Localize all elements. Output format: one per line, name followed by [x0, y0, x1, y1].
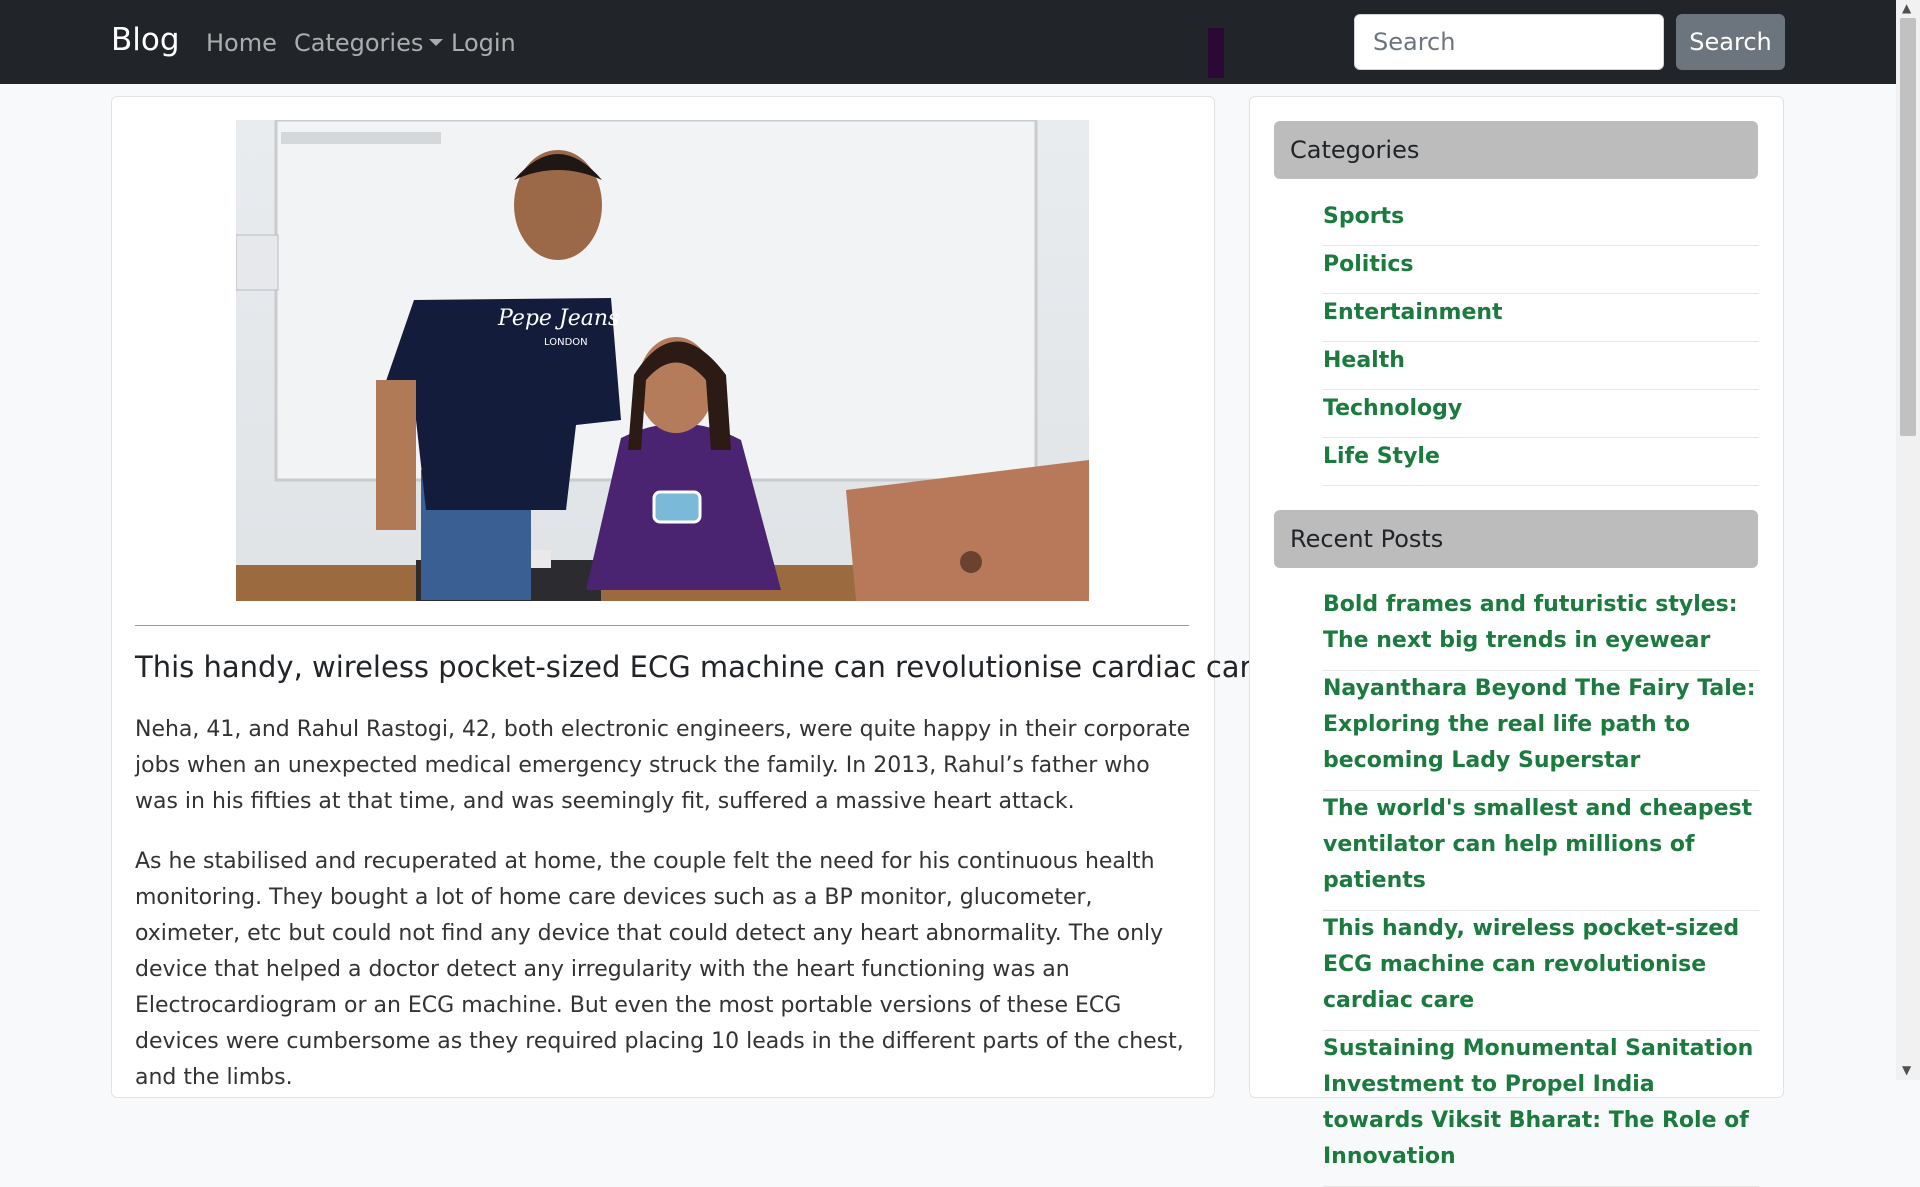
- category-link-politics[interactable]: Politics: [1323, 246, 1759, 294]
- category-link-health[interactable]: Health: [1323, 342, 1759, 390]
- shirt-text-2: LONDON: [544, 337, 588, 348]
- category-link-technology[interactable]: Technology: [1323, 390, 1759, 438]
- article-divider: [135, 625, 1189, 626]
- category-link-entertainment[interactable]: Entertainment: [1323, 294, 1759, 342]
- handheld-ecg-device: [652, 490, 702, 524]
- navbar: Blog Home Categories Login Search: [0, 0, 1896, 84]
- article-photo: Pepe Jeans LONDON: [236, 120, 1089, 601]
- search-input[interactable]: [1354, 14, 1664, 70]
- article-paragraph: As he stabilised and recuperated at home…: [135, 849, 1184, 1090]
- nav-login-link[interactable]: Login: [451, 29, 516, 57]
- screen-bar: [281, 132, 441, 144]
- recent-posts-list: Bold frames and futuristic styles: The n…: [1323, 587, 1759, 1187]
- recent-post-link[interactable]: Bold frames and futuristic styles: The n…: [1323, 587, 1759, 671]
- recent-post-link[interactable]: Sustaining Monumental Sanitation Investm…: [1323, 1031, 1759, 1187]
- categories-header: Categories: [1274, 121, 1758, 179]
- category-link-sports[interactable]: Sports: [1323, 198, 1759, 246]
- recent-post-link[interactable]: The world's smallest and cheapest ventil…: [1323, 791, 1759, 911]
- shirt-text-1: Pepe Jeans: [497, 306, 619, 331]
- person-arm: [376, 380, 416, 530]
- nav-marker: [1208, 28, 1224, 78]
- category-link-life-style[interactable]: Life Style: [1323, 438, 1759, 486]
- article-title: This handy, wireless pocket-sized ECG ma…: [135, 650, 1269, 684]
- caret-down-icon: [429, 39, 444, 46]
- article-paragraph: Neha, 41, and Rahul Rastogi, 42, both el…: [135, 717, 1191, 814]
- laptop-logo: [960, 551, 982, 573]
- recent-post-link[interactable]: This handy, wireless pocket-sized ECG ma…: [1323, 911, 1759, 1031]
- article-image: Pepe Jeans LONDON: [236, 120, 1089, 601]
- scrollbar-thumb[interactable]: [1900, 18, 1916, 436]
- search-button[interactable]: Search: [1676, 14, 1785, 70]
- arrow-down-icon[interactable]: ▼: [1902, 1064, 1911, 1076]
- arrow-up-icon[interactable]: ▲: [1902, 2, 1911, 14]
- categories-list: Sports Politics Entertainment Health Tec…: [1323, 198, 1759, 486]
- recent-post-link[interactable]: Nayanthara Beyond The Fairy Tale: Explor…: [1323, 671, 1759, 791]
- nav-home-link[interactable]: Home: [206, 29, 277, 57]
- nav-categories-dropdown[interactable]: Categories: [294, 29, 444, 57]
- wall-note: [236, 234, 279, 291]
- recent-posts-header: Recent Posts: [1274, 510, 1758, 568]
- brand-link[interactable]: Blog: [111, 22, 180, 58]
- nav-categories-label: Categories: [294, 29, 424, 57]
